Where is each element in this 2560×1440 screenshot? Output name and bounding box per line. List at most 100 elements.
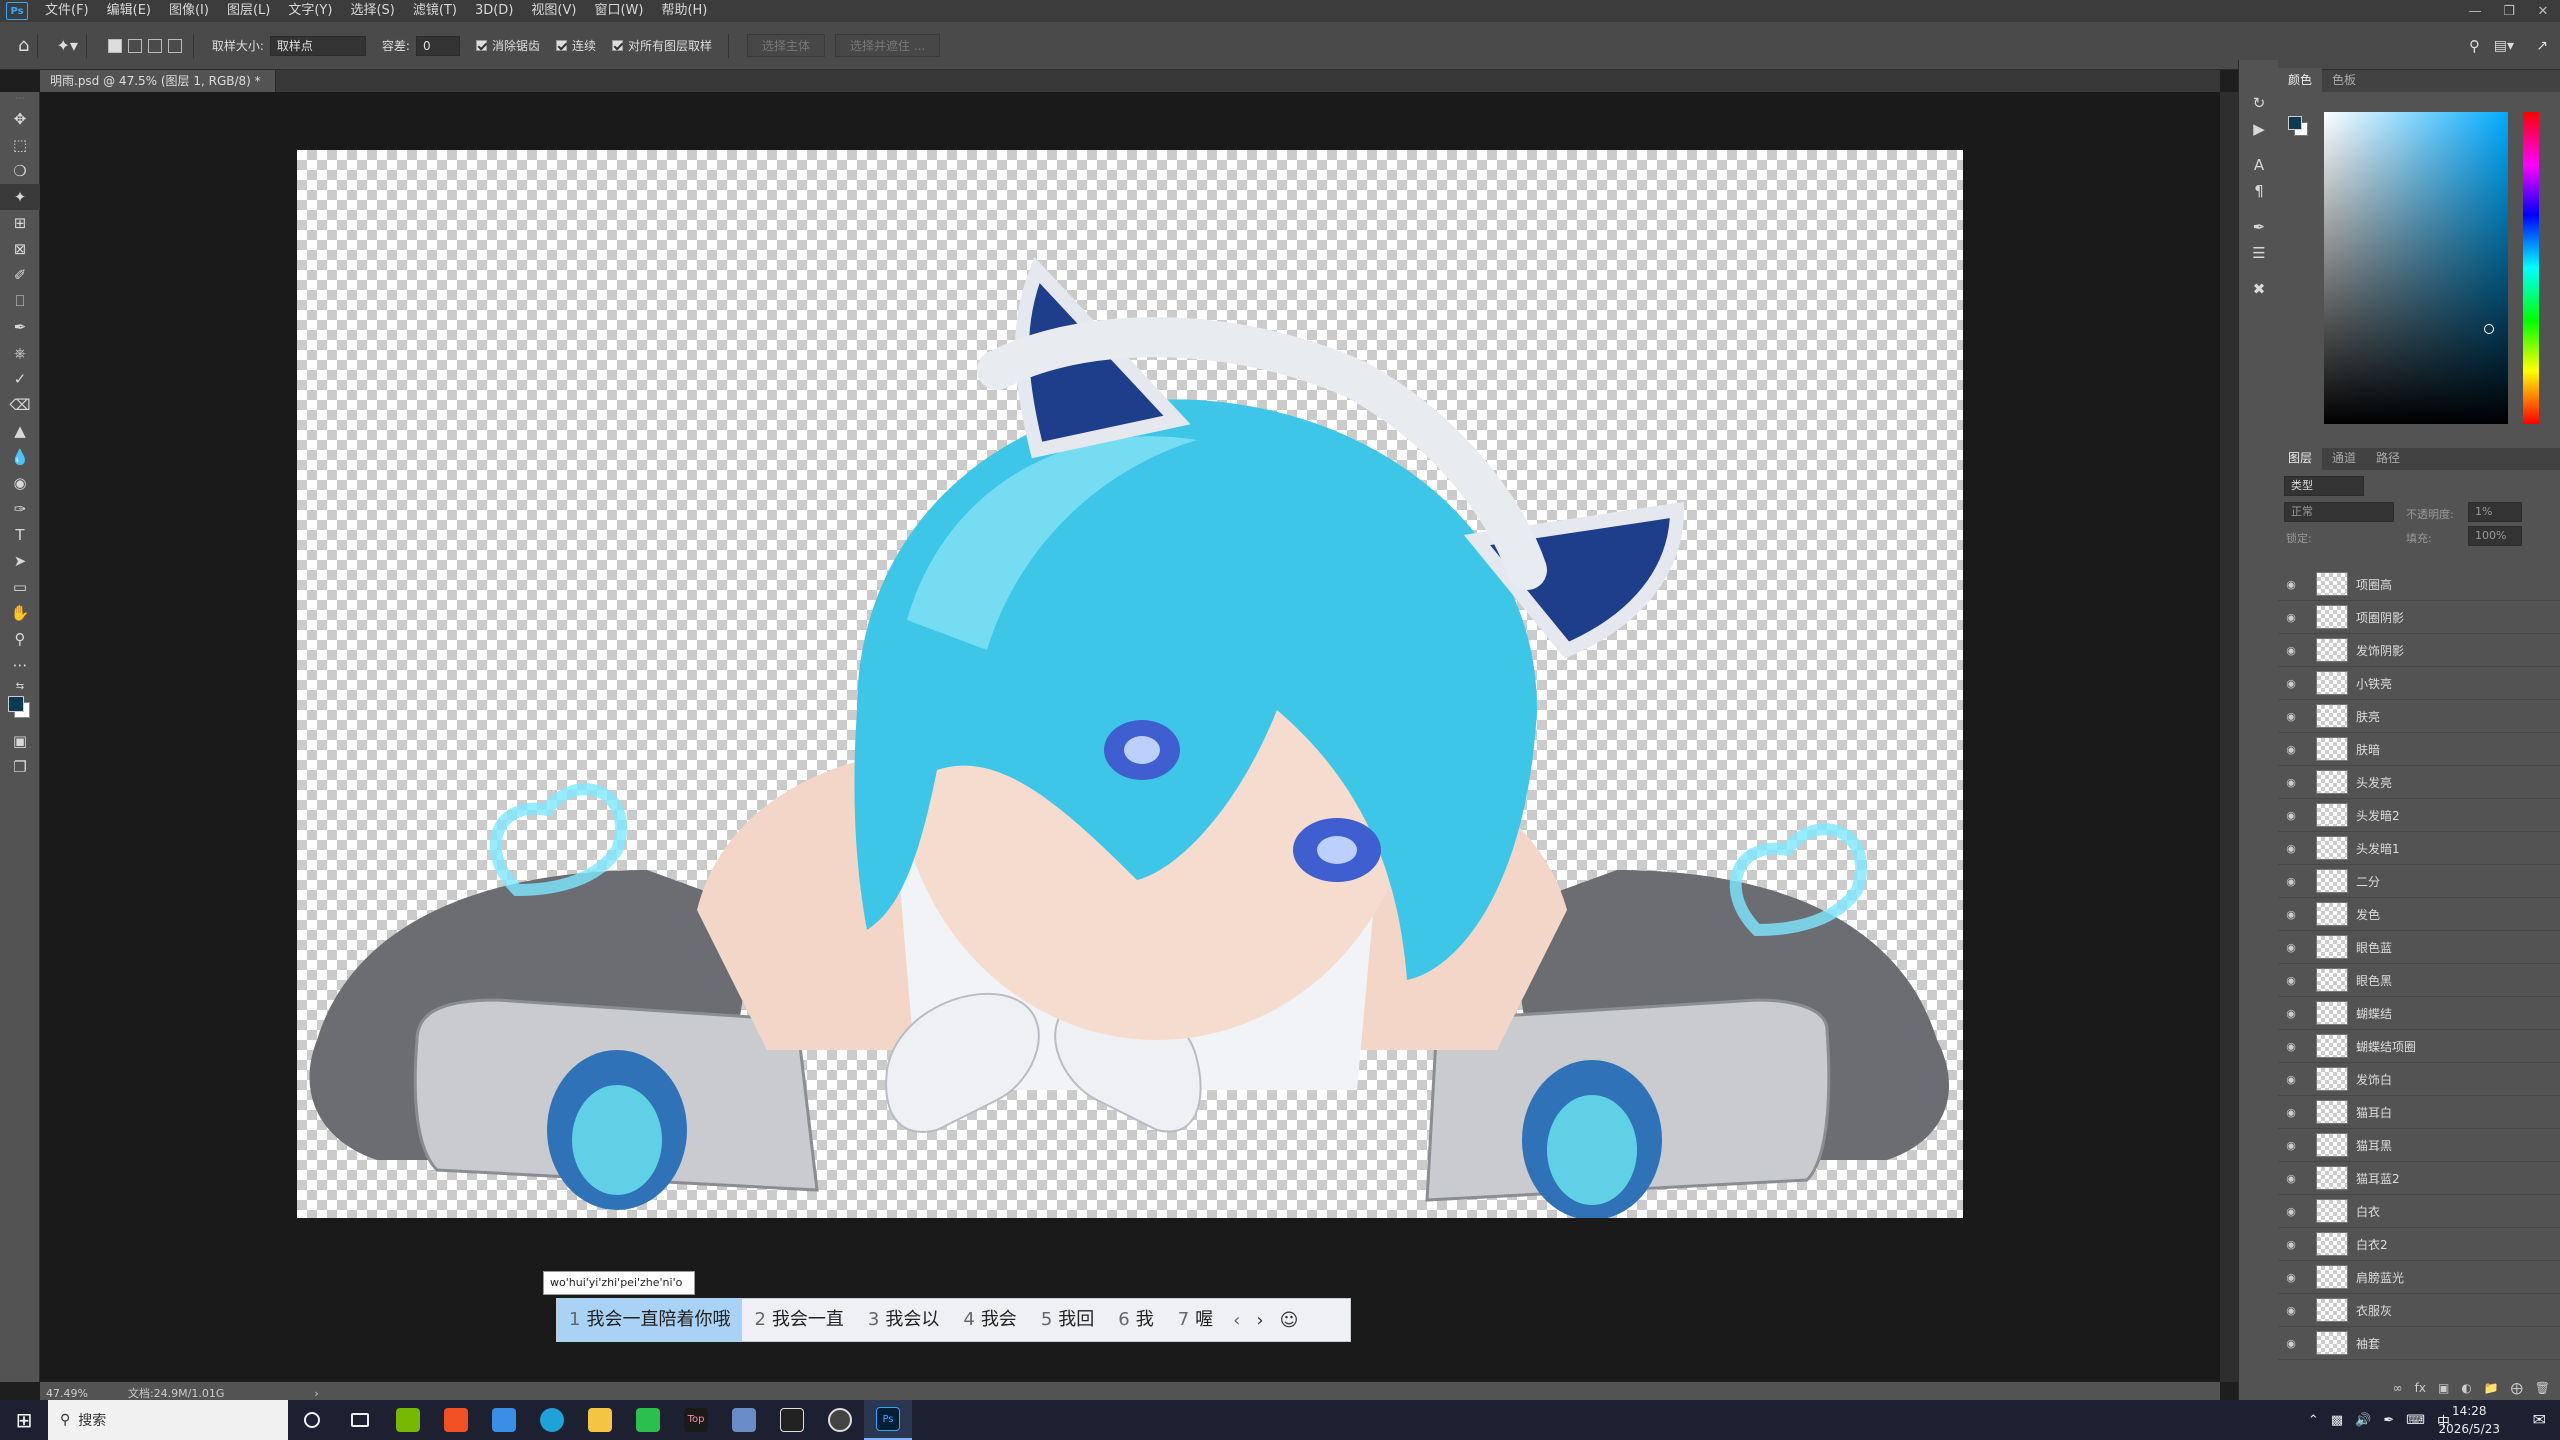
volume-icon[interactable]: 🔊 [2355,1413,2371,1428]
visibility-eye-icon[interactable]: ◉ [2278,1304,2304,1317]
camera-app-icon[interactable] [816,1400,864,1440]
visibility-eye-icon[interactable]: ◉ [2278,1040,2304,1053]
layer-row[interactable]: ◉ 项圈高 [2278,568,2560,601]
workspace-icon[interactable]: ▤▾ [2494,38,2514,54]
visibility-eye-icon[interactable]: ◉ [2278,1106,2304,1119]
ime-prev-icon[interactable]: ‹ [1225,1310,1248,1331]
lasso-tool-icon[interactable]: ❍ [0,158,40,184]
layer-row[interactable]: ◉ 猫耳白 [2278,1096,2560,1129]
keyboard-icon[interactable]: ⌨ [2406,1413,2425,1428]
task-view-icon[interactable] [336,1400,384,1440]
menu-file[interactable]: 文件(F) [36,0,98,22]
visibility-eye-icon[interactable]: ◉ [2278,908,2304,921]
menu-layer[interactable]: 图层(L) [218,0,279,22]
crop-tool-icon[interactable]: ⊞ [0,210,40,236]
menu-type[interactable]: 文字(Y) [279,0,341,22]
menu-select[interactable]: 选择(S) [341,0,403,22]
selection-mode-icons[interactable] [105,38,185,53]
add-mask-icon[interactable]: ▣ [2438,1381,2449,1395]
dodge-tool-icon[interactable]: ◉ [0,470,40,496]
swap-colors-icon[interactable]: ⇆ [0,678,40,694]
visibility-eye-icon[interactable]: ◉ [2278,1139,2304,1152]
status-arrow-icon[interactable]: › [314,1387,318,1400]
color-picker-field[interactable] [2324,112,2508,424]
intersect-selection-icon[interactable] [167,38,182,53]
eraser-tool-icon[interactable]: ⌫ [0,392,40,418]
visibility-eye-icon[interactable]: ◉ [2278,809,2304,822]
path-selection-tool-icon[interactable]: ➤ [0,548,40,574]
ime-emoji-icon[interactable]: ☺ [1272,1310,1307,1331]
top-app-icon[interactable]: Top [672,1400,720,1440]
menu-view[interactable]: 视图(V) [522,0,585,22]
visibility-eye-icon[interactable]: ◉ [2278,1007,2304,1020]
visibility-eye-icon[interactable]: ◉ [2278,875,2304,888]
visibility-eye-icon[interactable]: ◉ [2278,1073,2304,1086]
hue-slider[interactable] [2523,112,2539,424]
menu-image[interactable]: 图像(I) [160,0,218,22]
opacity-input[interactable]: 1% [2468,502,2522,522]
share-icon[interactable]: ↗ [2536,38,2548,54]
taskbar-clock[interactable]: 14:28 2026/5/23 [2438,1402,2500,1438]
visibility-eye-icon[interactable]: ◉ [2278,1205,2304,1218]
antialias-checkbox[interactable]: 消除锯齿 [475,37,540,54]
magic-wand-tool-preset-icon[interactable]: ✦▾ [56,36,77,55]
more-tools-icon[interactable]: ⋯ [0,652,40,678]
layer-row[interactable]: ◉ 袖套 [2278,1327,2560,1360]
canvas-vertical-scrollbar[interactable] [2220,92,2238,1382]
tray-chevron-icon[interactable]: ⌃ [2308,1413,2319,1428]
adjustment-layer-icon[interactable]: ◐ [2461,1381,2471,1395]
ime-candidate[interactable]: 1 我会一直陪着你哦 [557,1298,743,1342]
home-icon[interactable]: ⌂ [18,35,29,56]
toolbar-grip-icon[interactable]: ⋯ [0,92,40,106]
new-layer-icon[interactable]: ⨁ [2511,1381,2523,1395]
ime-candidate[interactable]: 7喔 [1166,1298,1225,1342]
minimize-icon[interactable]: — [2458,0,2492,22]
move-tool-icon[interactable]: ✥ [0,106,40,132]
close-icon[interactable]: ✕ [2526,0,2560,22]
search-icon[interactable]: ⚲ [2469,37,2480,55]
foreground-color-swatch[interactable] [2288,116,2302,130]
hand-tool-icon[interactable]: ✋ [0,600,40,626]
quick-mask-icon[interactable]: ▣ [0,728,40,754]
layer-filter-kind[interactable]: 类型 [2284,476,2364,496]
type-tool-icon[interactable]: T [0,522,40,548]
pen-icon[interactable]: ✒ [2383,1413,2394,1428]
layer-row[interactable]: ◉ 发饰白 [2278,1063,2560,1096]
paragraph-panel-icon[interactable]: ¶ [2239,178,2279,204]
visibility-eye-icon[interactable]: ◉ [2278,1271,2304,1284]
layer-row[interactable]: ◉ 发色 [2278,898,2560,931]
visibility-eye-icon[interactable]: ◉ [2278,776,2304,789]
layer-row[interactable]: ◉ 肤亮 [2278,700,2560,733]
blur-tool-icon[interactable]: 💧 [0,444,40,470]
game-app-icon[interactable] [720,1400,768,1440]
visibility-eye-icon[interactable]: ◉ [2278,644,2304,657]
actions-panel-icon[interactable]: ▶ [2239,116,2279,142]
restore-icon[interactable]: ❐ [2492,0,2526,22]
layer-row[interactable]: ◉ 蝴蝶结 [2278,997,2560,1030]
layer-row[interactable]: ◉ 眼色黑 [2278,964,2560,997]
adjustments-icon[interactable]: ☰ [2239,240,2279,266]
visibility-eye-icon[interactable]: ◉ [2278,1172,2304,1185]
layer-row[interactable]: ◉ 衣服灰 [2278,1294,2560,1327]
character-panel-icon[interactable]: A [2239,152,2279,178]
sample-all-layers-checkbox[interactable]: 对所有图层取样 [612,37,712,54]
menu-filter[interactable]: 滤镜(T) [404,0,466,22]
visibility-eye-icon[interactable]: ◉ [2278,1337,2304,1350]
menu-edit[interactable]: 编辑(E) [98,0,160,22]
zoom-tool-icon[interactable]: ⚲ [0,626,40,652]
tab-channels[interactable]: 通道 [2322,446,2366,470]
notification-icon[interactable]: ✉ [2533,1410,2546,1429]
layer-row[interactable]: ◉ 肩膀蓝光 [2278,1261,2560,1294]
layer-row[interactable]: ◉ 项圈阴影 [2278,601,2560,634]
document-tab[interactable]: 明雨.psd @ 47.5% (图层 1, RGB/8) * × [40,70,276,110]
color-panel-swatches[interactable] [2286,114,2308,136]
select-and-mask-button[interactable]: 选择并遮住 ... [835,34,941,57]
layer-row[interactable]: ◉ 眼色蓝 [2278,931,2560,964]
frame-tool-icon[interactable]: ⊠ [0,236,40,262]
menu-window[interactable]: 窗口(W) [585,0,652,22]
ime-candidate[interactable]: 3 我会以 [856,1298,951,1342]
visibility-eye-icon[interactable]: ◉ [2278,1238,2304,1251]
eyedropper-tool-icon[interactable]: ✐ [0,262,40,288]
taskbar-search[interactable]: ⚲ 搜索 [48,1400,288,1440]
tab-layers[interactable]: 图层 [2278,446,2323,470]
